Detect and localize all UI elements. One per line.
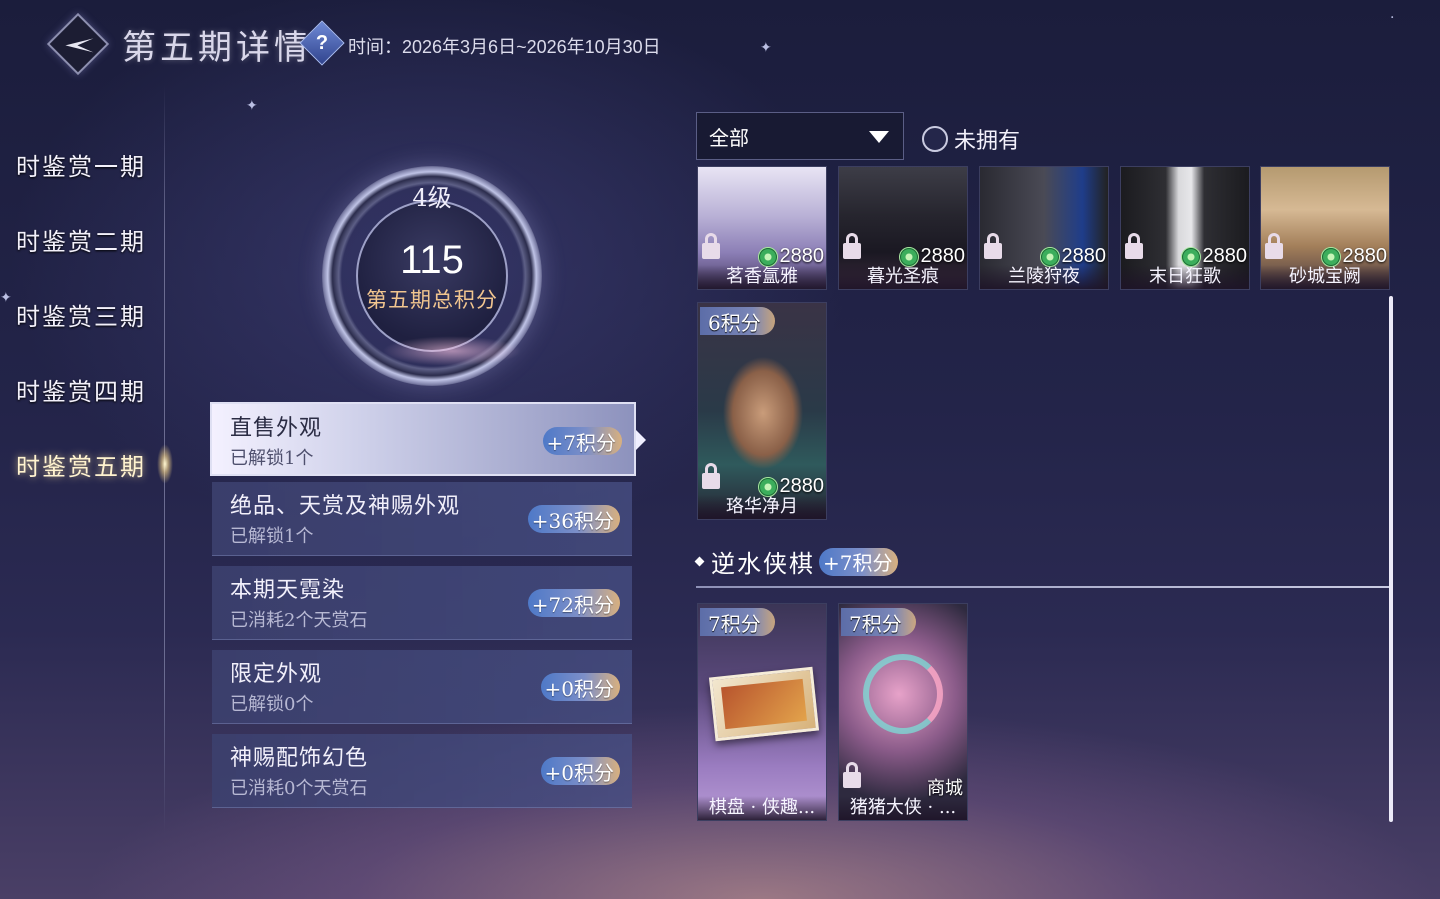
nav-item-period-1[interactable]: 时鉴赏一期	[16, 147, 146, 182]
score-label: 第五期总积分	[366, 288, 498, 312]
coin-icon	[757, 476, 778, 497]
nav-active-indicator	[157, 444, 173, 484]
item-name: 暮光圣痕	[839, 265, 967, 289]
item-card[interactable]: 2880 暮光圣痕	[838, 166, 968, 290]
score-level: 4级	[412, 184, 452, 212]
category-title: 限定外观	[230, 662, 323, 687]
category-sub: 已解锁0个	[230, 694, 314, 715]
item-card[interactable]: 2880 兰陵狩夜	[979, 166, 1109, 290]
coin-icon	[1039, 246, 1060, 267]
category-premium[interactable]: 绝品、天赏及神赐外观 已解锁1个 +36积分	[212, 482, 632, 556]
category-title: 神赐配饰幻色	[230, 746, 369, 771]
category-title: 直售外观	[230, 416, 323, 441]
section-divider	[696, 586, 1390, 588]
lock-icon	[984, 233, 1002, 259]
selected-arrow-icon	[636, 430, 646, 450]
lock-icon	[843, 233, 861, 259]
category-sub: 已解锁1个	[230, 448, 314, 469]
category-sub: 已消耗0个天赏石	[230, 778, 368, 799]
category-points: +7积分	[542, 427, 622, 455]
radio-icon[interactable]	[922, 126, 948, 152]
filter-dropdown[interactable]: 全部	[696, 112, 904, 160]
diamond-bullet-icon	[694, 556, 705, 567]
coin-icon	[898, 246, 919, 267]
scrollbar[interactable]	[1389, 296, 1393, 822]
lock-icon	[1125, 233, 1143, 259]
nav-item-period-2[interactable]: 时鉴赏二期	[16, 222, 146, 257]
category-title: 本期天霓染	[230, 578, 346, 603]
star-decoration-icon: ·	[1390, 10, 1395, 26]
dropdown-value: 全部	[709, 125, 749, 150]
period-time: 时间：2026年3月6日~2026年10月30日	[348, 37, 661, 57]
category-dye[interactable]: 本期天霓染 已消耗2个天赏石 +72积分	[212, 566, 632, 640]
points-tag: 7积分	[841, 608, 916, 636]
category-points: +0积分	[540, 673, 620, 701]
item-name: 兰陵狩夜	[980, 265, 1108, 289]
section-header: 逆水侠棋 +7积分	[694, 544, 899, 579]
item-card-featured[interactable]: 6积分 2880 珞华净月	[697, 302, 827, 520]
coin-icon	[1320, 246, 1341, 267]
item-name: 末日狂歌	[1121, 265, 1249, 289]
category-points: +36积分	[527, 505, 620, 533]
points-tag: 6积分	[700, 307, 775, 335]
item-name: 猪猪大侠 · ...	[839, 796, 967, 820]
item-card[interactable]: 7积分 棋盘 · 侠趣...	[697, 603, 827, 821]
item-card[interactable]: 2880 砂城宝阙	[1260, 166, 1390, 290]
chessboard-image	[708, 666, 820, 742]
item-name: 棋盘 · 侠趣...	[698, 796, 826, 820]
radio-label: 未拥有	[954, 129, 1021, 154]
chevron-down-icon	[869, 131, 889, 143]
category-title: 绝品、天赏及神赐外观	[230, 494, 461, 519]
section-title: 逆水侠棋	[711, 550, 815, 578]
question-icon: ?	[315, 31, 329, 54]
star-decoration-icon: ✦	[760, 40, 772, 56]
lock-icon	[702, 233, 720, 259]
item-card[interactable]: 7积分 商城 猪猪大侠 · ...	[838, 603, 968, 821]
item-name: 珞华净月	[698, 495, 826, 519]
lock-icon	[1265, 233, 1283, 259]
page-title: 第五期详情	[122, 28, 312, 68]
back-button[interactable]	[46, 12, 110, 76]
ring-glow	[382, 336, 522, 366]
back-arrow-icon	[65, 38, 94, 53]
not-owned-toggle[interactable]: 未拥有	[922, 123, 1020, 155]
category-accessory-color[interactable]: 神赐配饰幻色 已消耗0个天赏石 +0积分	[212, 734, 632, 808]
item-name: 茗香氲雅	[698, 265, 826, 289]
category-points: +0积分	[540, 757, 620, 785]
points-tag: 7积分	[700, 608, 775, 636]
lock-icon	[843, 762, 861, 788]
category-direct-sale[interactable]: 直售外观 已解锁1个 +7积分	[210, 402, 646, 476]
item-card[interactable]: 2880 末日狂歌	[1120, 166, 1250, 290]
score-total: 115	[400, 238, 464, 282]
swirl-image	[863, 654, 943, 734]
category-sub: 已解锁1个	[230, 526, 314, 547]
star-decoration-icon: ✦	[246, 98, 258, 114]
section-points: +7积分	[819, 547, 899, 576]
category-points: +72积分	[527, 589, 620, 617]
score-ring: 4级 115 第五期总积分	[322, 166, 542, 386]
star-decoration-icon: ✦	[0, 290, 12, 306]
category-limited[interactable]: 限定外观 已解锁0个 +0积分	[212, 650, 632, 724]
coin-icon	[1180, 246, 1201, 267]
nav-item-period-5[interactable]: 时鉴赏五期	[16, 447, 146, 482]
nav-item-period-3[interactable]: 时鉴赏三期	[16, 297, 146, 332]
item-name: 砂城宝阙	[1261, 265, 1389, 289]
item-card[interactable]: 2880 茗香氲雅	[697, 166, 827, 290]
coin-icon	[757, 246, 778, 267]
nav-item-period-4[interactable]: 时鉴赏四期	[16, 372, 146, 407]
category-sub: 已消耗2个天赏石	[230, 610, 368, 631]
lock-icon	[702, 463, 720, 489]
